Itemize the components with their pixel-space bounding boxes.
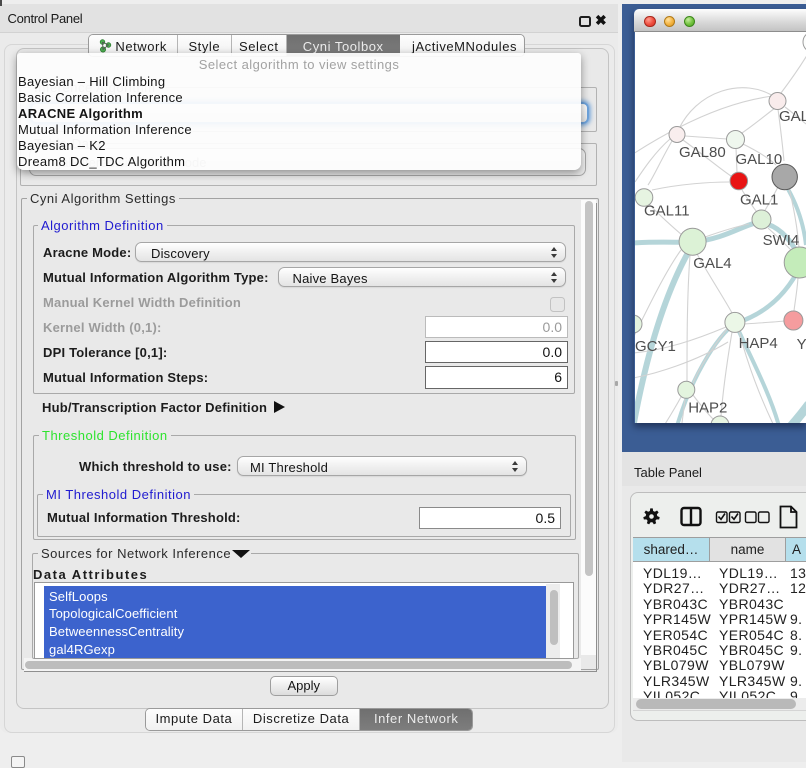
svg-text:GAL11: GAL11 — [644, 203, 690, 220]
svg-text:GCY1: GCY1 — [635, 338, 676, 355]
svg-text:GAL4: GAL4 — [693, 255, 731, 272]
svg-text:HAP2: HAP2 — [688, 400, 727, 417]
svg-text:Y: Y — [797, 336, 806, 353]
svg-text:GAL80: GAL80 — [679, 144, 726, 161]
svg-text:GAL: GAL — [779, 108, 806, 125]
svg-text:HAP4: HAP4 — [739, 335, 778, 352]
svg-text:GAL10: GAL10 — [736, 151, 783, 168]
svg-text:SWI4: SWI4 — [763, 232, 800, 249]
svg-text:GAL1: GAL1 — [740, 192, 778, 209]
